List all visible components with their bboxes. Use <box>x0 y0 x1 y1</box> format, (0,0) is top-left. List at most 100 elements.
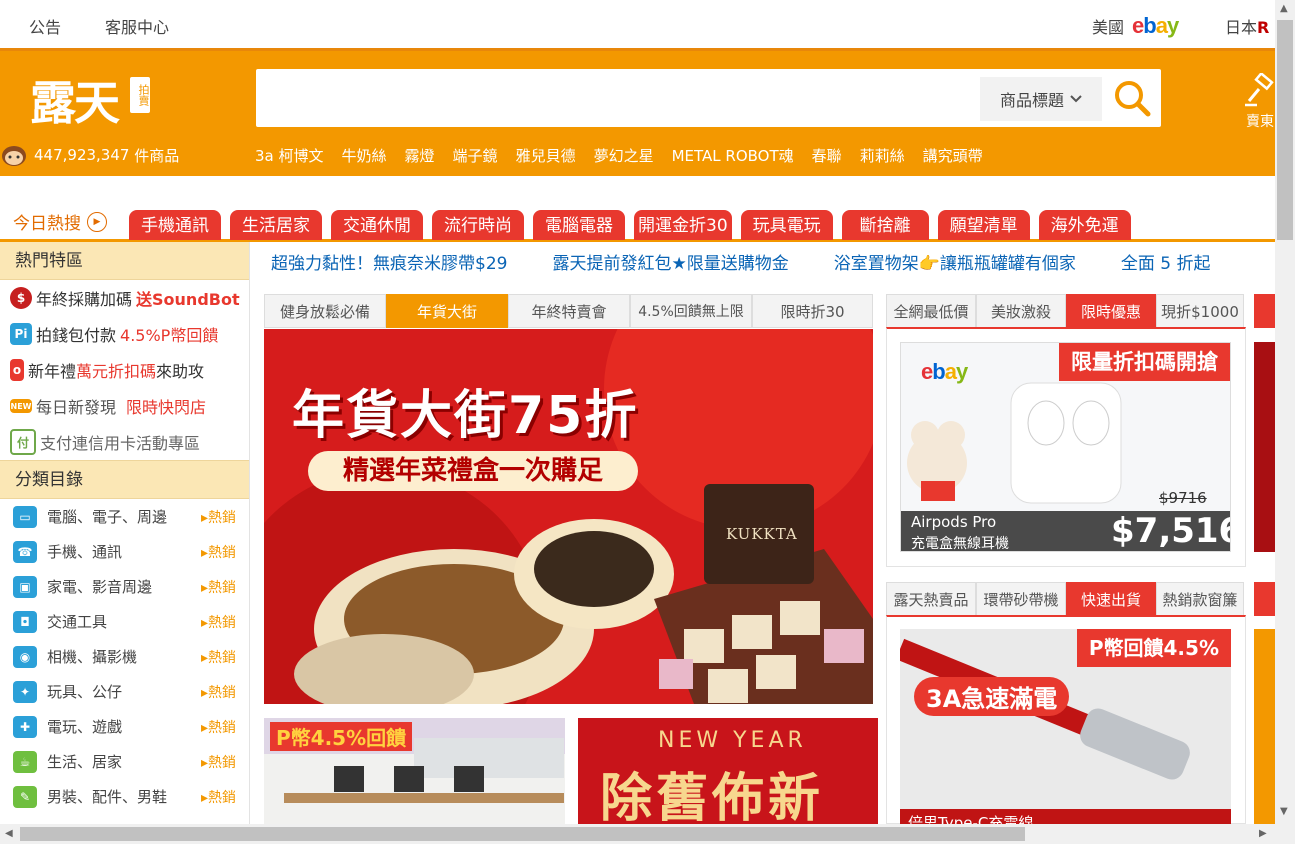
hotword-link[interactable]: 3a 柯博文 <box>255 145 324 166</box>
tab-year-end-sale[interactable]: 年終特賣會 <box>508 294 630 328</box>
hotword-link[interactable]: 雅兒貝德 <box>516 145 576 166</box>
tab-fast-shipping[interactable]: 快速出貨 <box>1066 582 1156 616</box>
category-item-computer[interactable]: ▭ 電腦、電子、周邊 ▸熱銷 <box>0 499 249 534</box>
tab-discount-1000[interactable]: 現折$1000 <box>1156 294 1244 328</box>
tab-limited-offer[interactable]: 限時優惠 <box>1066 294 1156 328</box>
old-price: $9716 <box>1159 489 1207 507</box>
hot-tag[interactable]: ▸熱銷 <box>201 682 236 702</box>
ticker-text: 超強力黏性！無痕奈米膠帶$29 <box>271 253 508 274</box>
category-item-games[interactable]: ✚ 電玩、遊戲 ▸熱銷 <box>0 709 249 744</box>
ticker-link[interactable]: 露天提前發紅包★限量送購物金 <box>531 249 812 274</box>
hot-tag[interactable]: ▸熱銷 <box>201 647 236 667</box>
category-label: 交通工具 <box>47 613 108 631</box>
vertical-scroll-thumb[interactable] <box>1277 20 1293 240</box>
hotword-link[interactable]: 牛奶絲 <box>342 145 387 166</box>
category-tab[interactable]: 生活居家 <box>230 210 322 240</box>
announcement-link[interactable]: 公告 <box>29 14 61 38</box>
japan-link[interactable]: 日本R <box>1225 14 1269 38</box>
tab-cashback[interactable]: 4.5%回饋無上限 <box>630 294 752 328</box>
category-tab[interactable]: 流行時尚 <box>432 210 524 240</box>
hotword-link[interactable]: 霧燈 <box>405 145 435 166</box>
tab-lowest-price[interactable]: 全網最低價 <box>886 294 976 328</box>
tab-belt-sander[interactable]: 環帶砂帶機 <box>976 582 1066 616</box>
scroll-down-icon[interactable]: ▼ <box>1280 806 1288 817</box>
logo-tag: 拍賣 <box>130 77 150 113</box>
promo-ticker: 超強力黏性！無痕奈米膠帶$29 露天提前發紅包★限量送購物金 浴室置物架👉讓瓶瓶… <box>250 242 1275 280</box>
ticker-link[interactable]: 全面 5 折起 <box>1100 249 1235 274</box>
ruten-logo[interactable]: 露天 拍賣 <box>30 67 152 130</box>
tab-hot-items[interactable]: 露天熱賣品 <box>886 582 976 616</box>
category-item-toys[interactable]: ✦ 玩具、公仔 ▸熱銷 <box>0 674 249 709</box>
sell-link[interactable]: 賣東 <box>1240 71 1280 133</box>
category-tab[interactable]: 玩具電玩 <box>740 210 833 240</box>
right-edge-card[interactable] <box>1254 342 1275 552</box>
category-item-home[interactable]: ☕ 生活、居家 ▸熱銷 <box>0 744 249 779</box>
gavel-icon <box>1245 71 1274 107</box>
category-label: 相機、攝影機 <box>47 648 138 666</box>
promo-soundbot[interactable]: $ 年終採購加碼 送SoundBot <box>0 280 249 316</box>
vertical-scrollbar[interactable]: ▲ ▼ <box>1275 0 1295 824</box>
tab-curtains[interactable]: 熱銷款窗簾 <box>1156 582 1244 616</box>
category-label: 玩具、公仔 <box>47 683 123 701</box>
category-item-vehicle[interactable]: ◘ 交通工具 ▸熱銷 <box>0 604 249 639</box>
search-scope-select[interactable]: 商品標題 <box>980 77 1102 121</box>
category-tab[interactable]: 手機通訊 <box>129 210 221 240</box>
scroll-left-icon[interactable]: ◀ <box>5 828 13 839</box>
category-tab[interactable]: 斷捨離 <box>841 210 929 240</box>
hotword-link[interactable]: 春聯 <box>812 145 842 166</box>
category-item-menswear[interactable]: ✎ 男裝、配件、男鞋 ▸熱銷 <box>0 779 249 814</box>
hotword-link[interactable]: METAL ROBOT魂 <box>672 145 794 166</box>
category-tab[interactable]: 願望清單 <box>937 210 1030 240</box>
category-tab[interactable]: 電腦電器 <box>533 210 625 240</box>
office-furniture-banner[interactable]: P幣4.5%回饋 <box>264 718 565 824</box>
category-item-camera[interactable]: ◉ 相機、攝影機 ▸熱銷 <box>0 639 249 674</box>
category-tab[interactable]: 開運金折30 <box>634 210 732 240</box>
promo-accent: 送SoundBot <box>136 290 240 309</box>
ticker-link[interactable]: 浴室置物架👉讓瓶瓶罐罐有個家 <box>813 249 1100 274</box>
hot-tag[interactable]: ▸熱銷 <box>201 787 236 807</box>
search-input[interactable] <box>266 81 970 117</box>
promo-new-year-coupon[interactable]: o 新年禮 萬元折扣碼 來助攻 <box>0 352 249 388</box>
cable-card[interactable]: P幣回饋4.5% 3A急速滿電 倍思Type-C充電線 <box>900 629 1231 824</box>
card-badge: 3A急速滿電 <box>914 677 1070 716</box>
hot-tag[interactable]: ▸熱銷 <box>201 542 236 562</box>
tab-fitness[interactable]: 健身放鬆必備 <box>264 294 386 328</box>
tab-beauty[interactable]: 美妝激殺 <box>976 294 1066 328</box>
promo-pi-wallet[interactable]: Pi 拍錢包付款 4.5%P幣回饋 <box>0 316 249 352</box>
new-year-cleanup-banner[interactable]: NEW YEAR 除舊佈新 <box>578 718 878 824</box>
hotword-link[interactable]: 端子鏡 <box>453 145 498 166</box>
scroll-up-icon[interactable]: ▲ <box>1280 3 1288 14</box>
hot-tag[interactable]: ▸熱銷 <box>201 612 236 632</box>
category-tab[interactable]: 交通休閒 <box>331 210 423 240</box>
promo-daily-new[interactable]: NEW 每日新發現 限時快閃店 <box>0 388 249 424</box>
horizontal-scrollbar[interactable]: ◀ ▶ <box>0 824 1295 844</box>
promo-accent: 4.5%P幣回饋 <box>120 326 219 345</box>
hotword-link[interactable]: 莉莉絲 <box>860 145 905 166</box>
right-edge-card[interactable] <box>1254 629 1275 824</box>
airpods-card[interactable]: ebay 限量折扣碼開搶 Airpods Pro 充電盒無線耳機 $9716 $… <box>900 342 1231 552</box>
search-button[interactable] <box>1106 73 1158 123</box>
customer-service-link[interactable]: 客服中心 <box>105 14 169 38</box>
hot-tag[interactable]: ▸熱銷 <box>201 577 236 597</box>
us-ebay-link[interactable]: 美國 ebay <box>1092 13 1179 39</box>
hot-tag[interactable]: ▸熱銷 <box>201 717 236 737</box>
hot-tag[interactable]: ▸熱銷 <box>201 752 236 772</box>
hotword-link[interactable]: 夢幻之星 <box>594 145 654 166</box>
category-item-appliance[interactable]: ▣ 家電、影音周邊 ▸熱銷 <box>0 569 249 604</box>
horizontal-scroll-thumb[interactable] <box>20 827 1025 841</box>
promo-accent: 萬元折扣碼 <box>76 362 157 381</box>
hotword-link[interactable]: 講究頭帶 <box>923 145 983 166</box>
ebay-logo: ebay <box>1132 13 1179 38</box>
promo-credit-card[interactable]: 付 支付連信用卡活動專區 <box>0 424 249 460</box>
scroll-right-icon[interactable]: ▶ <box>1259 828 1267 839</box>
play-icon[interactable]: ▶ <box>87 211 107 232</box>
category-item-phone[interactable]: ☎ 手機、通訊 ▸熱銷 <box>0 534 249 569</box>
ticker-link[interactable]: 超強力黏性！無痕奈米膠帶$29 <box>250 249 531 274</box>
tab-new-year-street[interactable]: 年貨大街 <box>386 294 508 328</box>
banner-brand: KUKKTA <box>726 525 798 543</box>
category-tab[interactable]: 海外免運 <box>1038 210 1131 240</box>
sub-banner-en: NEW YEAR <box>658 728 807 753</box>
new-year-banner[interactable]: 年貨大街75折 精選年菜禮盒一次購足 KUKKTA <box>264 329 873 704</box>
tab-limited-discount[interactable]: 限時折30 <box>752 294 873 328</box>
hot-tag[interactable]: ▸熱銷 <box>201 507 236 527</box>
